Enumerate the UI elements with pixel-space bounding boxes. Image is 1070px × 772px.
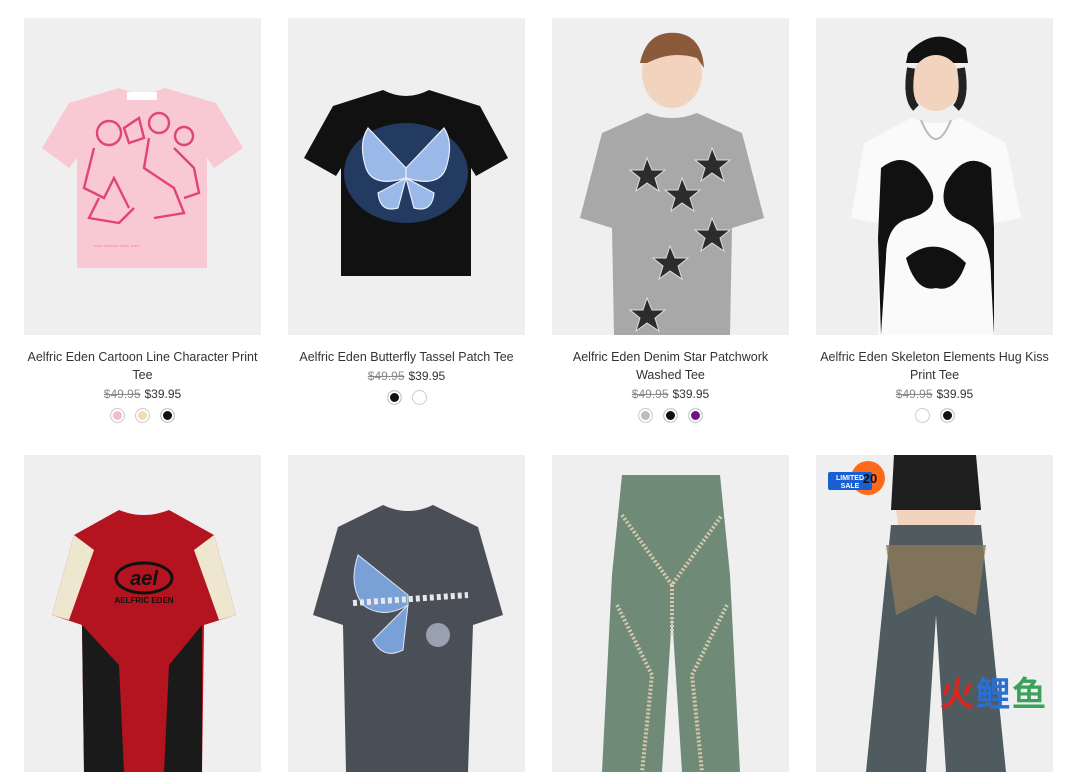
- sale-price: $39.95: [408, 369, 446, 383]
- color-swatch[interactable]: [914, 408, 930, 423]
- product-image[interactable]: ael AELFRIC EDEN: [24, 455, 261, 772]
- color-swatches: [552, 408, 789, 423]
- color-swatches: [24, 408, 261, 423]
- product-title[interactable]: Aelfric Eden Skeleton Elements Hug Kiss …: [816, 348, 1053, 384]
- sale-price: $39.95: [144, 387, 182, 401]
- original-price: $49.95: [895, 387, 933, 401]
- tee-brand: AELFRIC EDEN: [114, 596, 173, 605]
- product-price: $49.95 $39.95: [24, 385, 261, 403]
- color-swatch[interactable]: [386, 390, 402, 405]
- product-image[interactable]: [552, 18, 789, 335]
- sale-price: $39.95: [936, 387, 974, 401]
- color-swatch[interactable]: [638, 408, 653, 423]
- watermark-char: 鱼: [1012, 676, 1048, 714]
- product-image[interactable]: [816, 18, 1053, 335]
- badge-number: 20: [863, 471, 877, 486]
- product-card[interactable]: Aelfric Eden Skeleton Elements Hug Kiss …: [816, 18, 1053, 423]
- color-swatch[interactable]: [411, 390, 427, 405]
- color-swatch[interactable]: [110, 408, 125, 423]
- product-image[interactable]: [552, 455, 789, 772]
- product-card[interactable]: [288, 455, 525, 772]
- color-swatch[interactable]: [688, 408, 703, 423]
- product-price: $49.95 $39.95: [552, 385, 789, 403]
- product-card[interactable]: ael AELFRIC EDEN: [24, 455, 261, 772]
- color-swatch[interactable]: [939, 408, 955, 423]
- product-price: $49.95 $39.95: [816, 385, 1053, 403]
- original-price: $49.95: [631, 387, 669, 401]
- original-price: $49.95: [367, 369, 405, 383]
- badge-line2: SALE: [841, 483, 860, 490]
- color-swatch[interactable]: [663, 408, 678, 423]
- product-card[interactable]: Aelfric Eden Denim Star Patchwork Washed…: [552, 18, 789, 423]
- badge-line1: LIMITED: [836, 475, 864, 482]
- limited-sale-badge: LIMITED SALE 20: [828, 461, 885, 495]
- product-price: $49.95 $39.95: [288, 367, 525, 385]
- tee-logo: ael: [130, 568, 158, 590]
- product-image[interactable]: [288, 18, 525, 335]
- product-title[interactable]: Aelfric Eden Butterfly Tassel Patch Tee: [288, 348, 525, 366]
- product-title[interactable]: Aelfric Eden Cartoon Line Character Prin…: [24, 348, 261, 384]
- watermark-char: 火: [940, 676, 976, 714]
- color-swatch[interactable]: [160, 408, 175, 423]
- product-card[interactable]: Aelfric Eden Butterfly Tassel Patch Tee …: [288, 18, 525, 405]
- watermark: 火鲤鱼: [940, 667, 1048, 716]
- product-image[interactable]: [288, 455, 525, 772]
- sale-price: $39.95: [672, 387, 710, 401]
- product-image[interactable]: ~~~ ~~~~~ ~~~ ~~~: [24, 18, 261, 335]
- color-swatches: [816, 408, 1053, 423]
- original-price: $49.95: [103, 387, 141, 401]
- color-swatch[interactable]: [135, 408, 150, 423]
- watermark-char: 鲤: [976, 676, 1012, 714]
- product-image[interactable]: LIMITED SALE 20: [816, 455, 1053, 772]
- svg-text:~~~ ~~~~~ ~~~ ~~~: ~~~ ~~~~~ ~~~ ~~~: [94, 244, 139, 250]
- color-swatches: [288, 390, 525, 405]
- product-card[interactable]: ~~~ ~~~~~ ~~~ ~~~ Aelfric Eden Cartoon L…: [24, 18, 261, 423]
- product-title[interactable]: Aelfric Eden Denim Star Patchwork Washed…: [552, 348, 789, 384]
- product-card[interactable]: LIMITED SALE 20: [816, 455, 1053, 772]
- product-card[interactable]: [552, 455, 789, 772]
